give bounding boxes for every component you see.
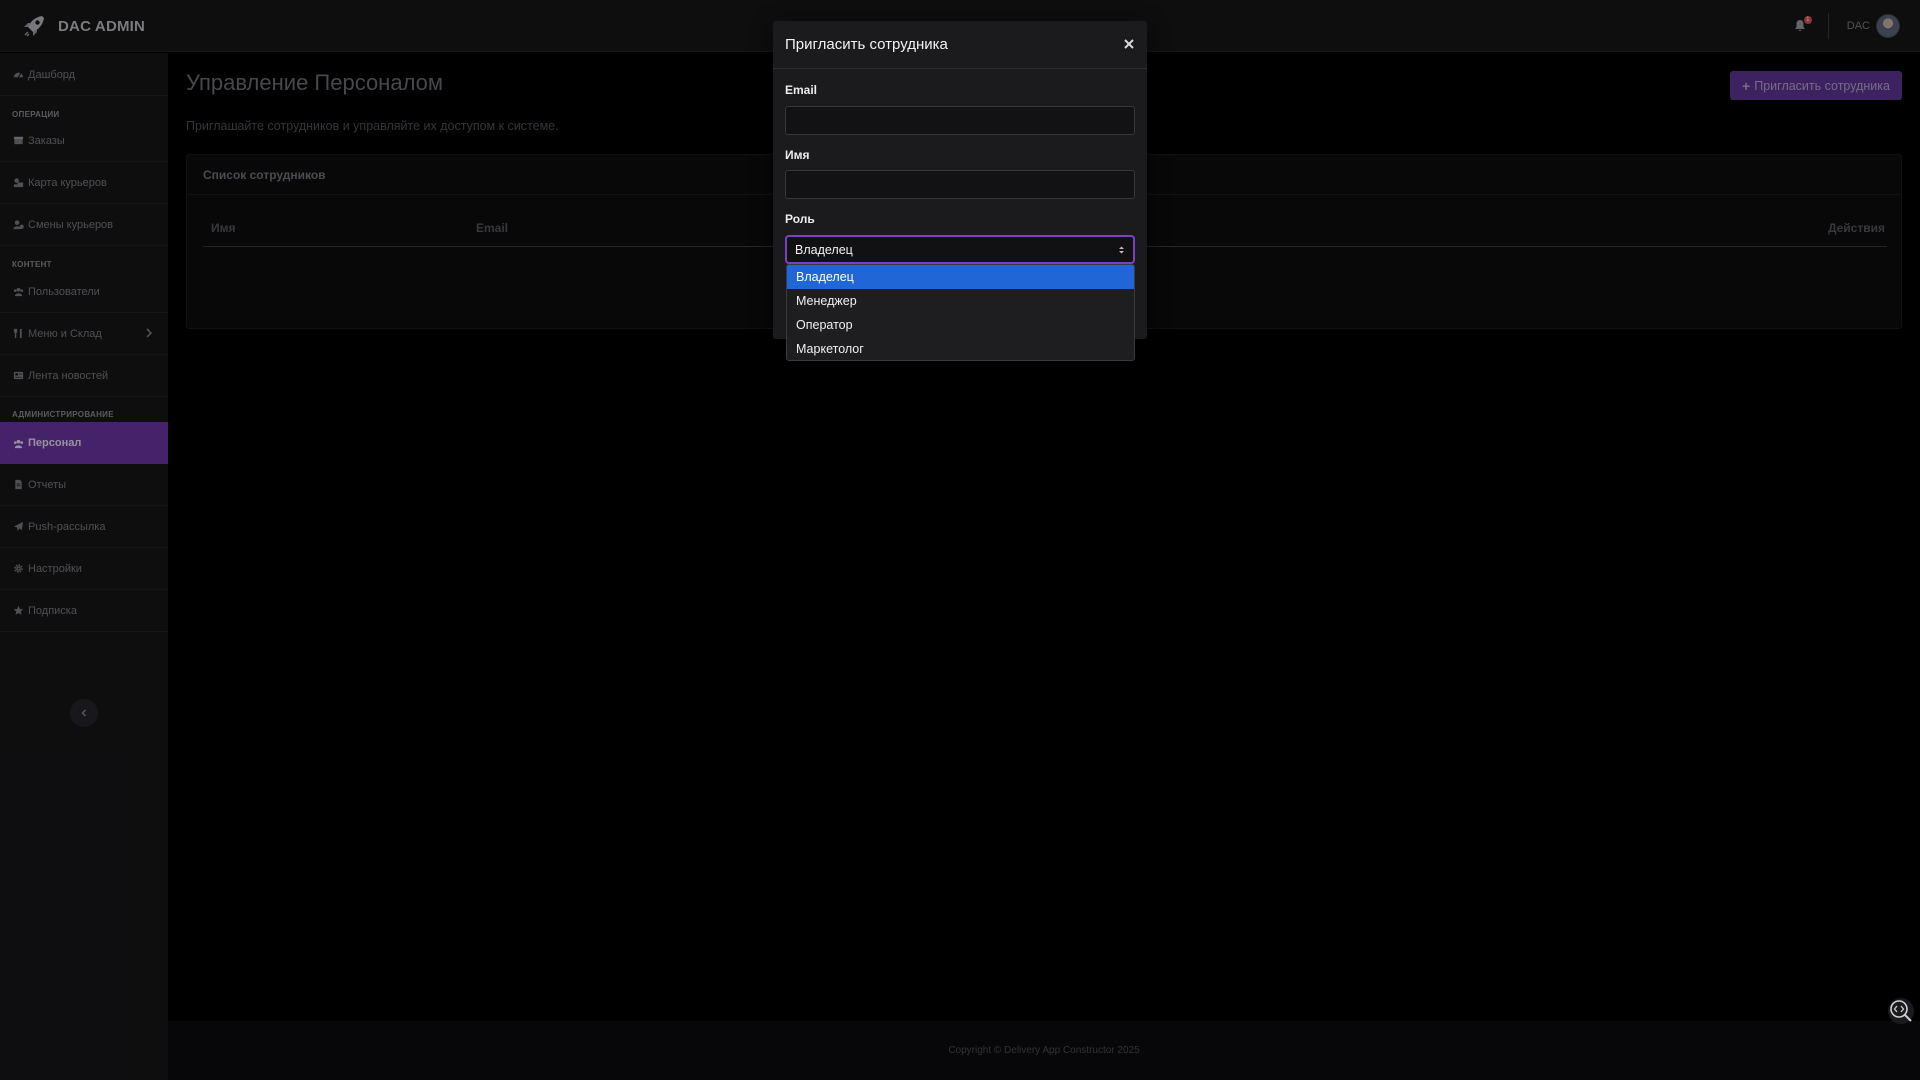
role-select[interactable]: Владелец (785, 235, 1135, 264)
role-label: Роль (785, 212, 815, 226)
code-search-tool-button[interactable] (1888, 998, 1914, 1024)
close-icon (1124, 39, 1134, 49)
role-select-value: Владелец (795, 242, 853, 257)
name-field[interactable] (785, 170, 1135, 199)
role-option-marketer[interactable]: Маркетолог (787, 337, 1134, 360)
email-label: Email (785, 83, 818, 97)
role-option-operator[interactable]: Оператор (787, 313, 1134, 337)
select-arrows-icon (1119, 246, 1124, 254)
role-dropdown-list: Владелец Менеджер Оператор Маркетолог (786, 264, 1135, 361)
modal-title: Пригласить сотрудника (785, 36, 948, 53)
role-option-owner[interactable]: Владелец (787, 265, 1134, 289)
role-option-manager[interactable]: Менеджер (787, 289, 1134, 313)
modal-header: Пригласить сотрудника (773, 21, 1147, 69)
modal-close-button[interactable] (1123, 37, 1135, 49)
email-field[interactable] (785, 106, 1135, 135)
name-label: Имя (785, 148, 810, 162)
code-search-icon (1890, 1000, 1912, 1022)
